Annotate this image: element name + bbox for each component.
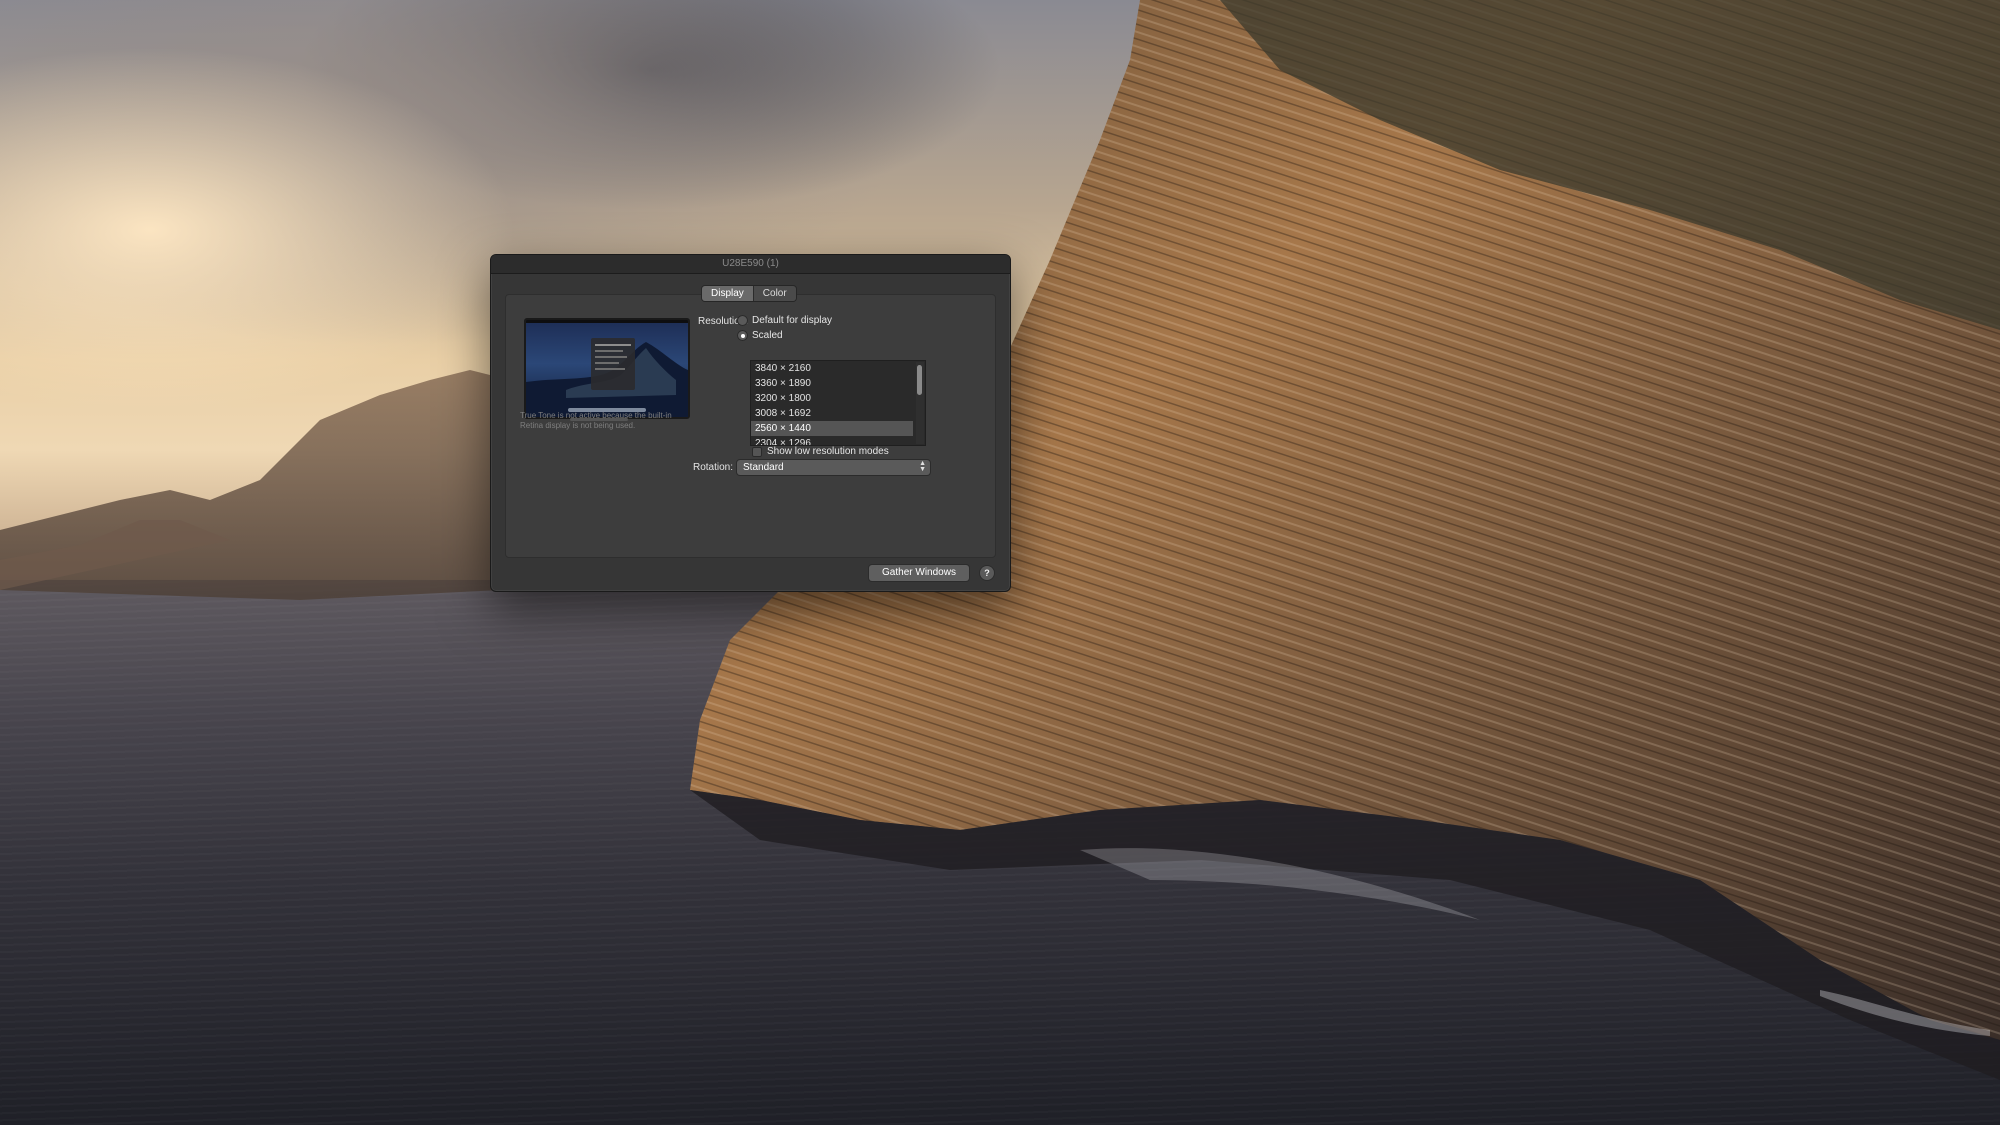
resolution-item[interactable]: 3840 × 2160 — [751, 361, 913, 376]
scrollbar-thumb[interactable] — [917, 365, 922, 395]
radio-scaled[interactable]: Scaled — [737, 330, 783, 341]
tab-bar: Display Color — [702, 286, 796, 301]
rotation-value: Standard — [743, 462, 784, 473]
rotation-label: Rotation: — [692, 462, 733, 473]
radio-button[interactable] — [737, 330, 748, 341]
resolution-list-scrollbar[interactable] — [916, 362, 924, 444]
display-thumbnail-image — [526, 320, 688, 417]
scaled-resolution-list[interactable]: 3840 × 2160 3360 × 1890 3200 × 1800 3008… — [750, 360, 926, 446]
rotation-popup[interactable]: Standard ▲ ▼ — [737, 460, 930, 475]
chevron-up-down-icon: ▲ ▼ — [919, 460, 926, 473]
gather-windows-button[interactable]: Gather Windows — [869, 565, 969, 581]
desktop: U28E590 (1) True Tone is not active beca… — [0, 0, 2000, 1125]
display-thumbnail — [524, 318, 690, 419]
resolution-item[interactable]: 2304 × 1296 — [751, 436, 913, 445]
show-low-resolution-checkbox[interactable]: Show low resolution modes — [752, 446, 889, 457]
display-preferences-window: U28E590 (1) True Tone is not active beca… — [490, 254, 1011, 592]
resolution-item[interactable]: 3200 × 1800 — [751, 391, 913, 406]
radio-button[interactable] — [737, 315, 748, 326]
radio-label: Scaled — [752, 330, 783, 341]
tab-display[interactable]: Display — [702, 286, 753, 301]
resolution-item[interactable]: 3360 × 1890 — [751, 376, 913, 391]
resolution-item[interactable]: 3008 × 1692 — [751, 406, 913, 421]
radio-default-for-display[interactable]: Default for display — [737, 315, 832, 326]
help-button[interactable]: ? — [980, 566, 994, 580]
window-titlebar[interactable]: U28E590 (1) — [491, 255, 1010, 274]
checkbox[interactable] — [752, 446, 762, 457]
radio-label: Default for display — [752, 315, 833, 326]
checkbox-label: Show low resolution modes — [767, 446, 889, 457]
tab-color[interactable]: Color — [752, 286, 796, 301]
true-tone-note: True Tone is not active because the buil… — [520, 411, 672, 430]
window-title: U28E590 (1) — [722, 258, 779, 269]
question-mark-icon: ? — [984, 568, 990, 578]
display-panel: True Tone is not active because the buil… — [505, 294, 996, 558]
resolution-item-selected[interactable]: 2560 × 1440 — [751, 421, 913, 436]
